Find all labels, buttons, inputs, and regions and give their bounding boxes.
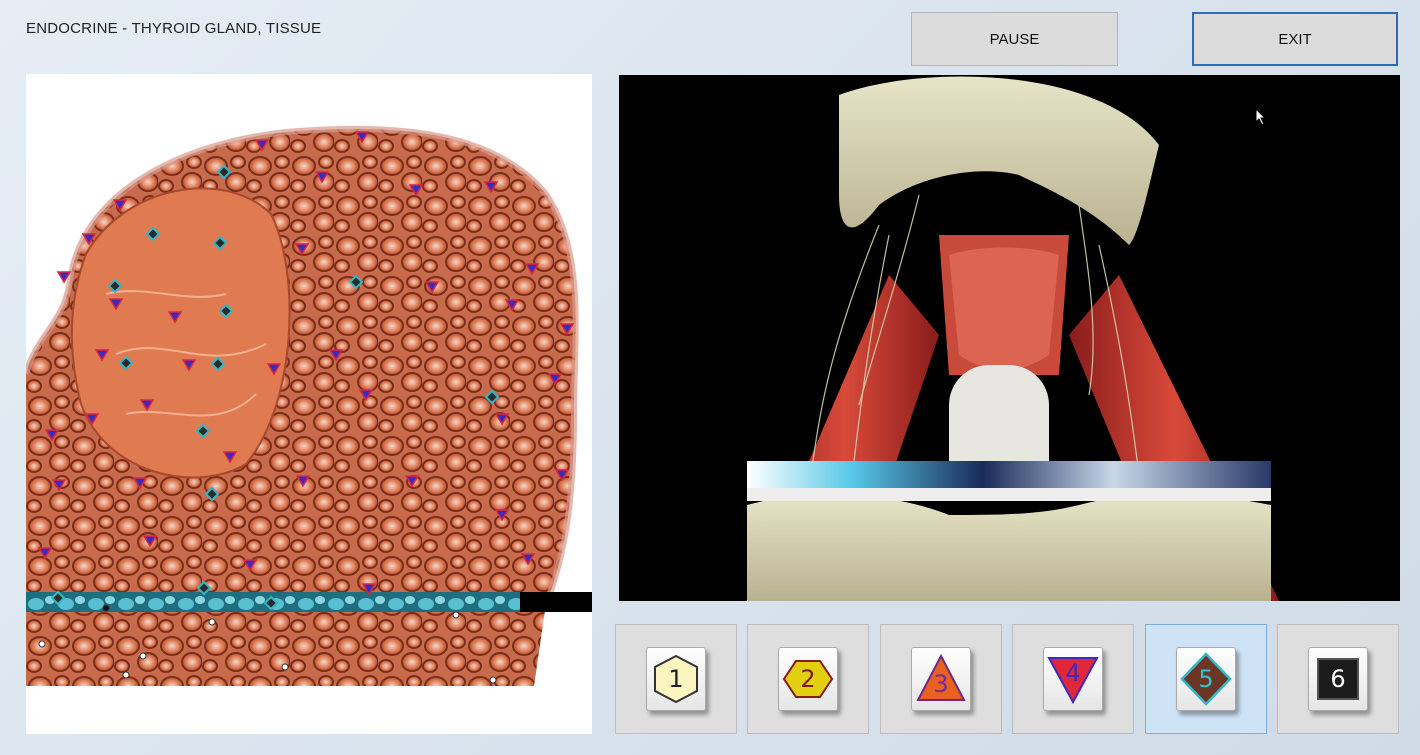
thyroid-tissue-view	[26, 74, 592, 734]
mode-label-4: 4	[1065, 659, 1081, 687]
mode-button-6[interactable]: 6	[1277, 624, 1399, 734]
thyroid-tissue-image	[26, 125, 592, 686]
mode-tile-3: 3	[911, 647, 971, 711]
neck-anatomy-view	[619, 75, 1400, 601]
mode-label-6: 6	[1330, 665, 1346, 693]
pause-button[interactable]: PAUSE	[911, 12, 1118, 66]
mode-label-1: 1	[668, 665, 684, 693]
mode-button-3[interactable]: 3	[880, 624, 1002, 734]
mouse-cursor-icon	[1255, 108, 1267, 126]
mode-button-4[interactable]: 4	[1012, 624, 1134, 734]
mode-tile-4: 4	[1043, 647, 1103, 711]
mode-button-5[interactable]: 5	[1145, 624, 1267, 734]
mode-tile-6: 6	[1308, 647, 1368, 711]
mode-button-1[interactable]: 1	[615, 624, 737, 734]
mode-label-2: 2	[800, 665, 816, 693]
mode-tile-1: 1	[646, 647, 706, 711]
page-title: ENDOCRINE - THYROID GLAND, TISSUE	[26, 20, 322, 37]
mode-button-2[interactable]: 2	[747, 624, 869, 734]
mode-tile-5: 5	[1176, 647, 1236, 711]
mode-label-3: 3	[933, 670, 949, 698]
mode-tile-2: 2	[778, 647, 838, 711]
exit-button[interactable]: EXIT	[1192, 12, 1398, 66]
neck-anatomy-image	[747, 76, 1279, 601]
mode-label-5: 5	[1198, 665, 1214, 693]
